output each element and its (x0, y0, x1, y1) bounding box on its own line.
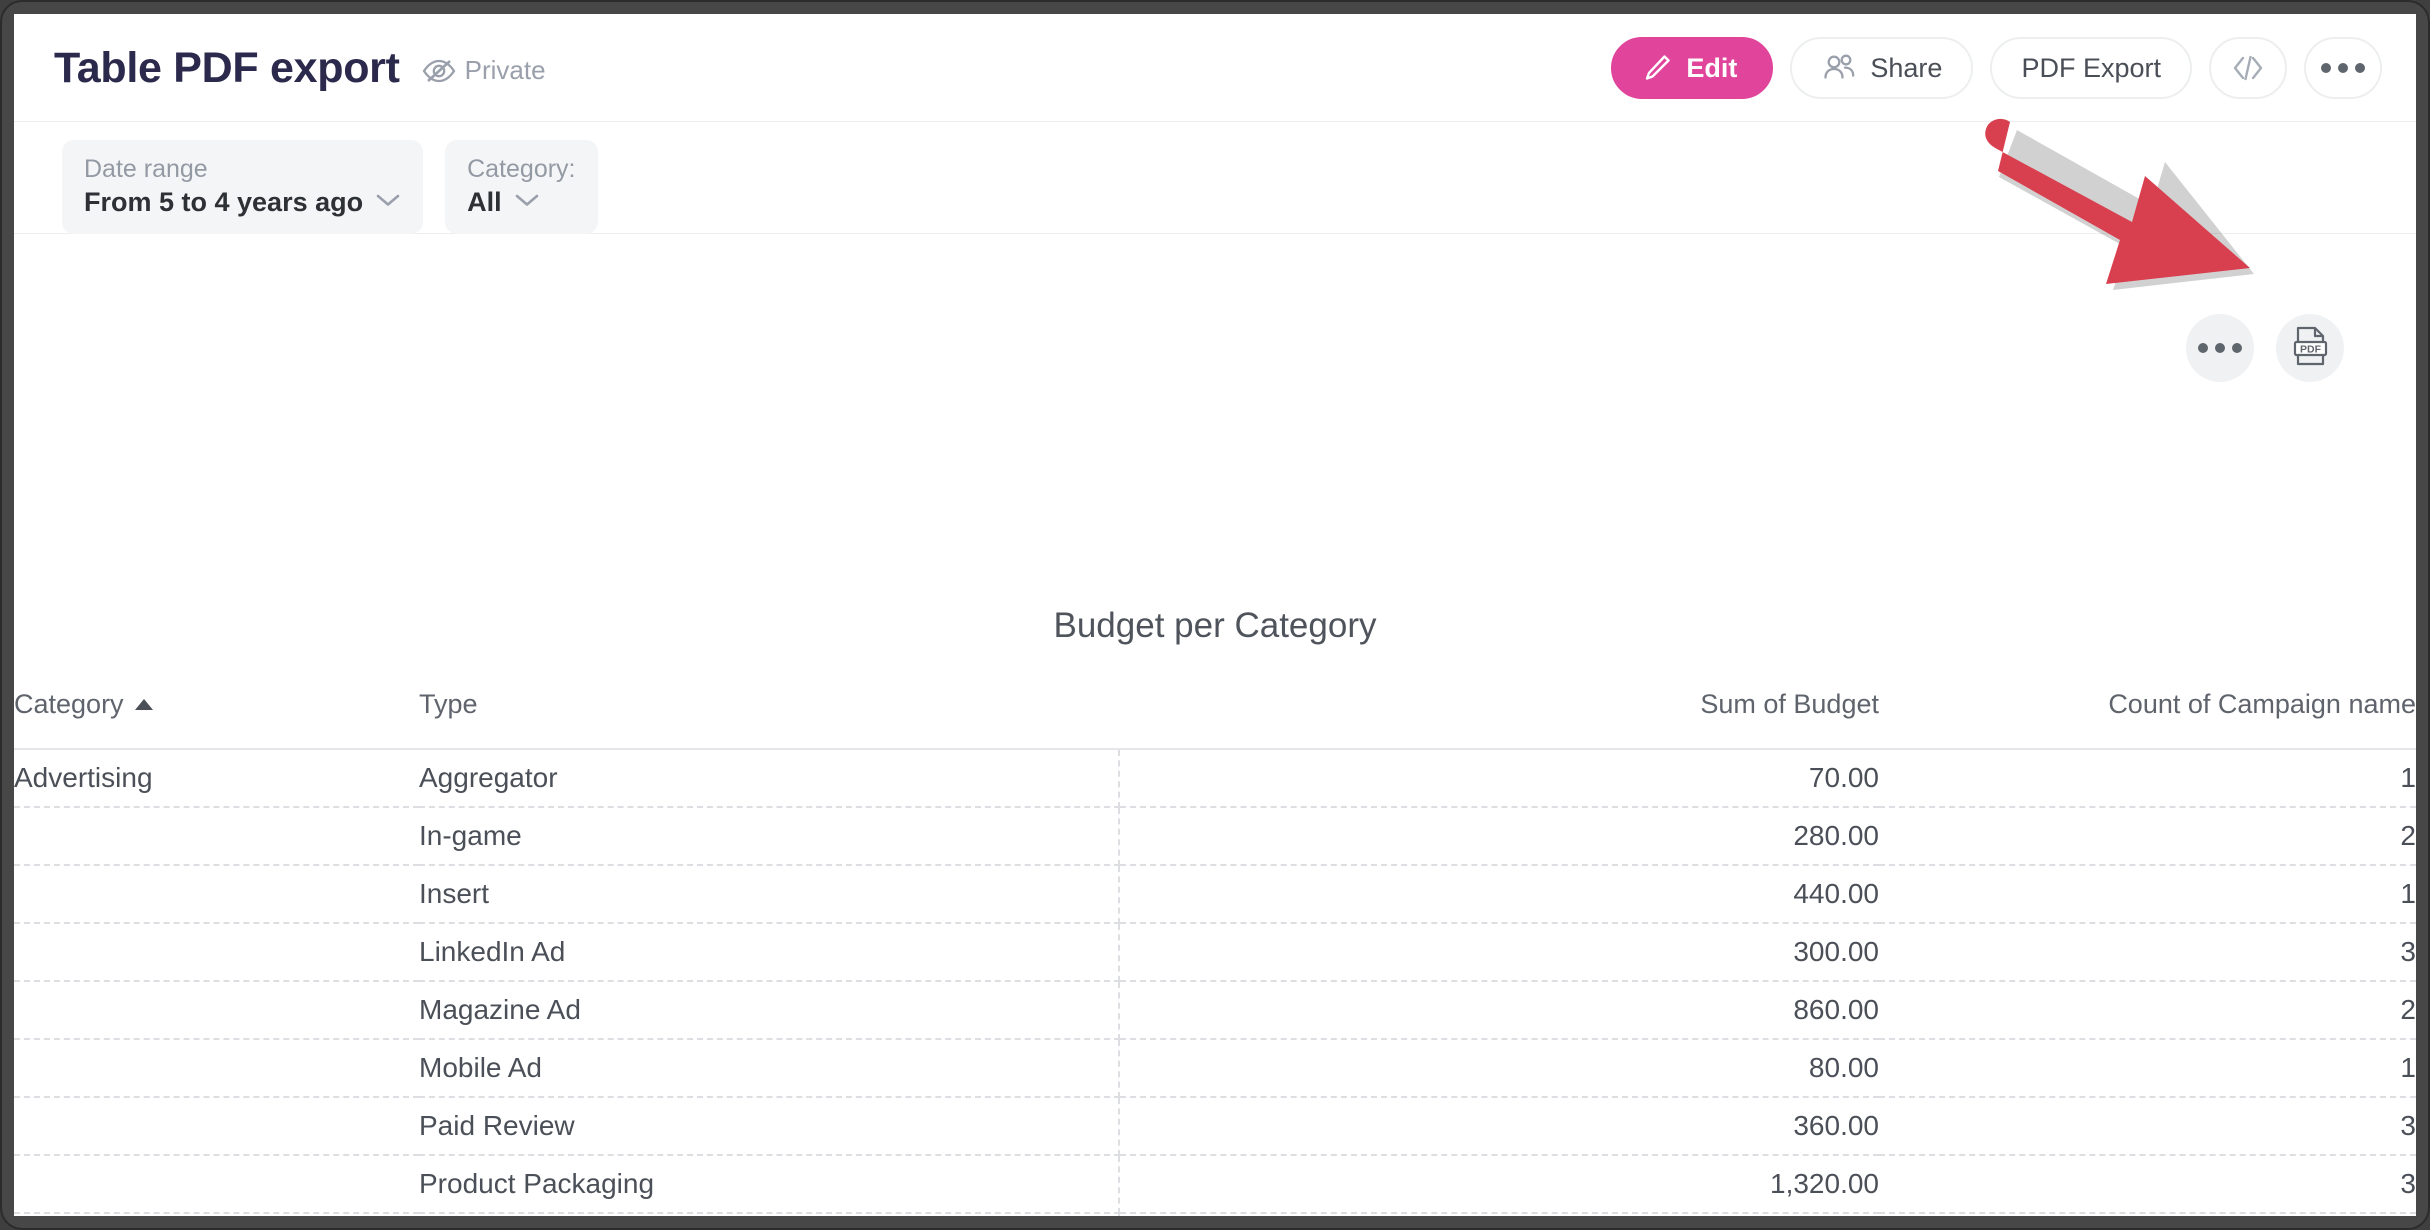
pencil-icon (1641, 52, 1673, 84)
cell-category: Advertising (14, 749, 419, 807)
cell-sum-of-budget: 70.00 (1119, 749, 1879, 807)
table-row[interactable]: Product Packaging 1,320.00 3 (14, 1155, 2416, 1213)
cell-sum-of-budget: 440.00 (1119, 865, 1879, 923)
cell-sum-of-budget: 480.00 (1119, 1213, 1879, 1216)
window-frame: Table PDF export Private (0, 0, 2430, 1230)
cell-count-of-campaign-name: 2 (1879, 807, 2416, 865)
column-header-type[interactable]: Type (419, 689, 1119, 749)
cell-count-of-campaign-name: 1 (1879, 749, 2416, 807)
cell-type: LinkedIn Ad (419, 923, 1119, 981)
card-actions: PDF (2186, 314, 2344, 382)
column-header-category-label: Category (14, 689, 124, 719)
eye-slash-icon (422, 58, 456, 84)
table-container[interactable]: Category Type Sum of Budget Count of Cam… (14, 689, 2416, 1216)
cell-category (14, 1097, 419, 1155)
cell-count-of-campaign-name: 3 (1879, 1097, 2416, 1155)
filter-category-label: Category: (467, 154, 575, 185)
cell-sum-of-budget: 280.00 (1119, 807, 1879, 865)
chevron-down-icon (375, 192, 401, 213)
table-row[interactable]: Paid Review 360.00 3 (14, 1097, 2416, 1155)
cell-count-of-campaign-name: 3 (1879, 923, 2416, 981)
cell-sum-of-budget: 360.00 (1119, 1097, 1879, 1155)
top-toolbar: Table PDF export Private (14, 14, 2416, 122)
cell-sum-of-budget: 860.00 (1119, 981, 1879, 1039)
filter-date-range[interactable]: Date range From 5 to 4 years ago (62, 140, 423, 234)
cell-category (14, 1039, 419, 1097)
filter-category-value: All (467, 187, 502, 218)
privacy-indicator: Private (422, 50, 546, 86)
cell-count-of-campaign-name: 1 (1879, 1039, 2416, 1097)
cell-type: Aggregator (419, 749, 1119, 807)
table-row[interactable]: LinkedIn Ad 300.00 3 (14, 923, 2416, 981)
column-header-category[interactable]: Category (14, 689, 419, 749)
cell-category (14, 1155, 419, 1213)
chevron-down-icon (514, 192, 540, 213)
share-button[interactable]: Share (1790, 37, 1973, 99)
cell-count-of-campaign-name: 2 (1879, 981, 2416, 1039)
table-header-row: Category Type Sum of Budget Count of Cam… (14, 689, 2416, 749)
cell-category (14, 1213, 419, 1216)
code-icon (2228, 54, 2268, 82)
filter-list: Date range From 5 to 4 years ago Categor… (62, 140, 598, 234)
visualization-title: Budget per Category (14, 606, 2416, 646)
table-row[interactable]: Magazine Ad 860.00 2 (14, 981, 2416, 1039)
cell-category (14, 807, 419, 865)
embed-code-button[interactable] (2209, 37, 2287, 99)
column-header-sum-of-budget[interactable]: Sum of Budget (1119, 689, 1879, 749)
cell-type: In-game (419, 807, 1119, 865)
cell-count-of-campaign-name: 3 (1879, 1155, 2416, 1213)
cell-sum-of-budget: 80.00 (1119, 1039, 1879, 1097)
table-head: Category Type Sum of Budget Count of Cam… (14, 689, 2416, 749)
pivot-table: Category Type Sum of Budget Count of Cam… (14, 689, 2416, 1216)
pdf-file-icon: PDF (2290, 325, 2330, 372)
filter-bar: Date range From 5 to 4 years ago Categor… (14, 122, 2416, 234)
filter-date-range-value: From 5 to 4 years ago (84, 187, 363, 218)
svg-text:PDF: PDF (2300, 343, 2322, 355)
ellipsis-icon (2198, 343, 2242, 353)
more-options-toolbar-button[interactable] (2304, 37, 2382, 99)
table-row[interactable]: Insert 440.00 1 (14, 865, 2416, 923)
filter-date-range-label: Date range (84, 154, 401, 185)
cell-type: Receipt Code (419, 1213, 1119, 1216)
ellipsis-icon (2321, 63, 2365, 73)
share-button-label: Share (1870, 53, 1942, 84)
people-icon (1821, 53, 1857, 83)
edit-button[interactable]: Edit (1611, 37, 1773, 99)
title-group: Table PDF export Private (54, 14, 546, 122)
table-body: Advertising Aggregator 70.00 1 In-game 2… (14, 749, 2416, 1216)
cell-type: Paid Review (419, 1097, 1119, 1155)
edit-button-label: Edit (1686, 53, 1737, 84)
filter-date-range-value-row: From 5 to 4 years ago (84, 187, 401, 218)
table-row[interactable]: In-game 280.00 2 (14, 807, 2416, 865)
sort-ascending-icon (135, 699, 153, 710)
page-title: Table PDF export (54, 44, 400, 93)
table-row[interactable]: Advertising Aggregator 70.00 1 (14, 749, 2416, 807)
dashboard-card: PDF Budget per Category Category Type (14, 234, 2416, 1216)
cell-category (14, 981, 419, 1039)
table-row[interactable]: Receipt Code 480.00 2 (14, 1213, 2416, 1216)
app-viewport: Table PDF export Private (14, 14, 2416, 1216)
more-options-button[interactable] (2186, 314, 2254, 382)
table-row[interactable]: Mobile Ad 80.00 1 (14, 1039, 2416, 1097)
pdf-export-toolbar-label: PDF Export (2021, 53, 2161, 84)
cell-type: Insert (419, 865, 1119, 923)
toolbar-actions: Edit Share PDF Export (1611, 14, 2382, 122)
pdf-export-toolbar-button[interactable]: PDF Export (1990, 37, 2192, 99)
cell-type: Product Packaging (419, 1155, 1119, 1213)
cell-category (14, 865, 419, 923)
cell-type: Magazine Ad (419, 981, 1119, 1039)
filter-category-value-row: All (467, 187, 575, 218)
pdf-export-button[interactable]: PDF (2276, 314, 2344, 382)
cell-category (14, 923, 419, 981)
cell-sum-of-budget: 300.00 (1119, 923, 1879, 981)
cell-type: Mobile Ad (419, 1039, 1119, 1097)
cell-sum-of-budget: 1,320.00 (1119, 1155, 1879, 1213)
cell-count-of-campaign-name: 2 (1879, 1213, 2416, 1216)
privacy-label: Private (465, 55, 546, 86)
filter-category[interactable]: Category: All (445, 140, 597, 234)
column-header-count-of-campaign-name[interactable]: Count of Campaign name (1879, 689, 2416, 749)
cell-count-of-campaign-name: 1 (1879, 865, 2416, 923)
